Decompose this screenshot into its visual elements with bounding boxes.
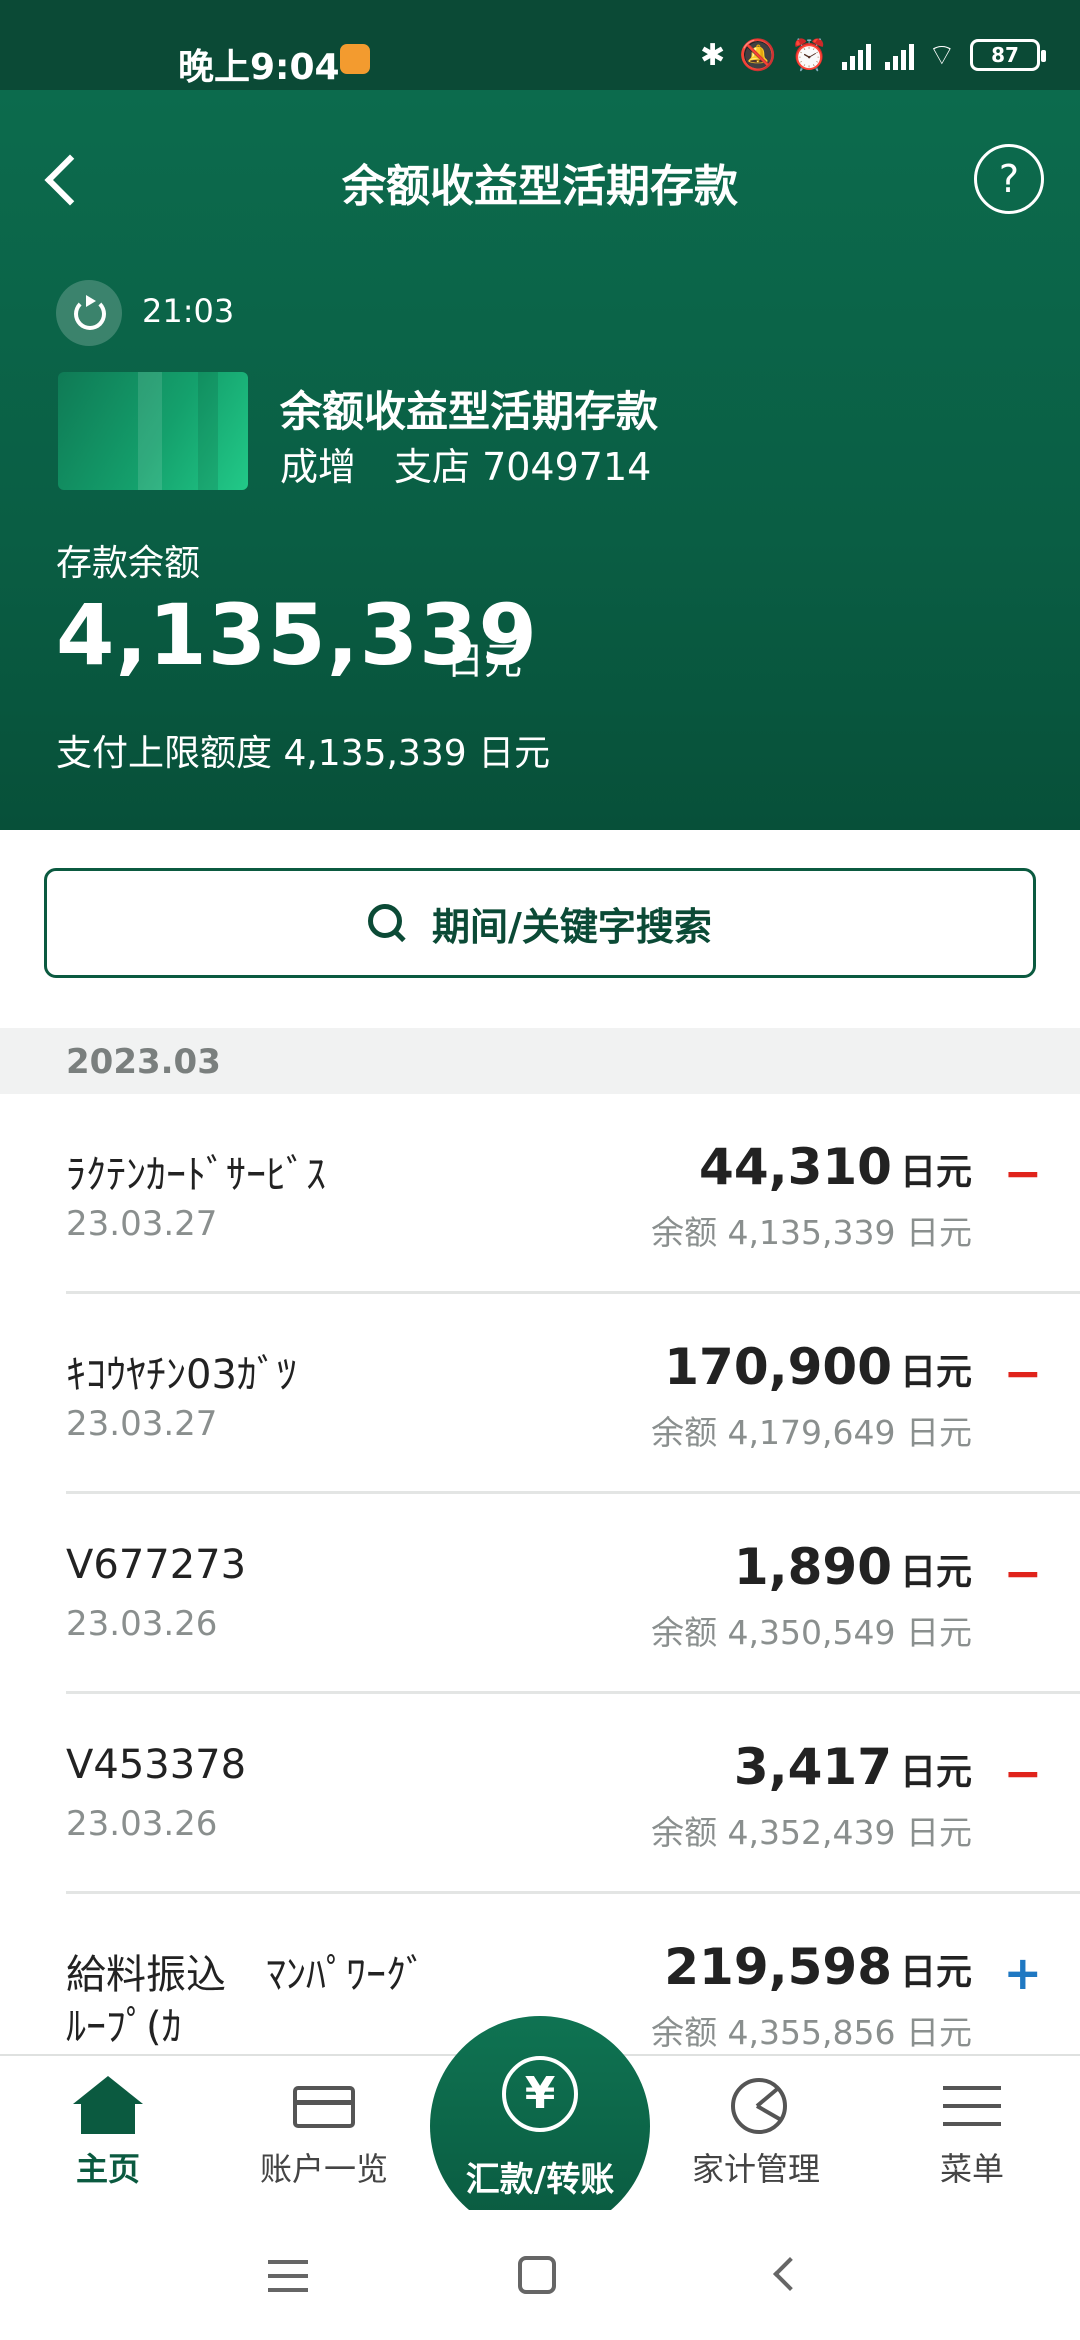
transaction-balance: 余额 4,179,649 日元 bbox=[651, 1413, 972, 1452]
menu-icon bbox=[937, 2076, 1007, 2136]
transaction-row[interactable]: ﾗｸﾃﾝｶｰﾄﾞｻｰﾋﾞｽ 23.03.27 44,310 日元 余额 4,135… bbox=[0, 1094, 1080, 1294]
system-home-icon[interactable] bbox=[518, 2256, 556, 2294]
transaction-amount: 3,417 bbox=[733, 1738, 892, 1796]
status-bar: 晚上9:04 ✱ 🔕 ⏰ ⌔ 87 bbox=[0, 0, 1080, 90]
nav-home-label: 主页 bbox=[75, 2150, 140, 2188]
branch-account-number: 成增 支店 7049714 bbox=[280, 445, 652, 489]
transaction-date: 23.03.27 bbox=[66, 1204, 218, 1244]
refresh-icon[interactable] bbox=[56, 280, 122, 346]
account-card-image bbox=[58, 372, 248, 490]
transaction-description: ﾗｸﾃﾝｶｰﾄﾞｻｰﾋﾞｽ bbox=[66, 1152, 326, 1198]
card-icon bbox=[289, 2076, 359, 2136]
alarm-icon: ⏰ bbox=[790, 37, 828, 73]
withdrawal-sign-icon: − bbox=[1003, 1546, 1042, 1600]
pie-chart-icon bbox=[721, 2076, 791, 2136]
page-title: 余额收益型活期存款 bbox=[342, 161, 738, 212]
transaction-unit: 日元 bbox=[899, 1752, 972, 1793]
mute-icon: 🔕 bbox=[739, 37, 777, 73]
withdrawal-sign-icon: − bbox=[1003, 1346, 1042, 1400]
transaction-amount: 44,310 bbox=[699, 1138, 892, 1196]
search-button[interactable]: 期间/关键字搜索 bbox=[44, 868, 1036, 978]
help-button[interactable]: ? bbox=[974, 144, 1044, 214]
battery-icon: 87 bbox=[970, 39, 1046, 71]
transaction-unit: 日元 bbox=[899, 1352, 972, 1393]
system-back-icon[interactable] bbox=[773, 2257, 807, 2291]
nav-accounts-label: 账户一览 bbox=[259, 2150, 388, 2188]
transaction-list: ﾗｸﾃﾝｶｰﾄﾞｻｰﾋﾞｽ 23.03.27 44,310 日元 余额 4,135… bbox=[0, 1094, 1080, 2054]
balance-label: 存款余额 bbox=[56, 543, 201, 584]
month-header: 2023.03 bbox=[0, 1028, 1080, 1094]
wifi-icon: ⌔ bbox=[927, 38, 956, 73]
transaction-date: 23.03.26 bbox=[66, 1604, 218, 1644]
nav-budget[interactable]: 家计管理 bbox=[656, 2076, 856, 2190]
transaction-unit: 日元 bbox=[899, 1552, 972, 1593]
withdrawal-sign-icon: − bbox=[1003, 1746, 1042, 1800]
transaction-amount-group: 170,900 日元 bbox=[664, 1338, 972, 1396]
search-icon bbox=[368, 904, 406, 942]
transaction-row[interactable]: V453378 23.03.26 3,417 日元 余额 4,352,439 日元… bbox=[0, 1694, 1080, 1894]
withdrawal-sign-icon: − bbox=[1003, 1146, 1042, 1200]
month-label: 2023.03 bbox=[66, 1042, 221, 1082]
balance-unit: 日元 bbox=[446, 639, 523, 683]
deposit-sign-icon: + bbox=[1003, 1946, 1042, 2000]
transaction-balance: 余额 4,352,439 日元 bbox=[651, 1813, 972, 1852]
transaction-description: V677273 bbox=[66, 1542, 247, 1588]
transaction-description: V453378 bbox=[66, 1742, 247, 1788]
battery-level: 87 bbox=[991, 43, 1019, 67]
status-time: 晚上9:04 bbox=[178, 47, 340, 88]
nav-menu[interactable]: 菜单 bbox=[872, 2076, 1072, 2190]
nav-menu-label: 菜单 bbox=[939, 2150, 1004, 2188]
transaction-description: ｷｺｳﾔﾁﾝ03ｶﾞﾂ bbox=[66, 1352, 297, 1398]
sync-time: 21:03 bbox=[142, 292, 235, 330]
transaction-row[interactable]: ｷｺｳﾔﾁﾝ03ｶﾞﾂ 23.03.27 170,900 日元 余额 4,179,… bbox=[0, 1294, 1080, 1494]
transaction-amount-group: 44,310 日元 bbox=[699, 1138, 972, 1196]
transaction-date: 23.03.26 bbox=[66, 1804, 218, 1844]
transaction-unit: 日元 bbox=[899, 1952, 972, 1993]
transaction-date: 23.03.27 bbox=[66, 1404, 218, 1444]
transaction-balance: 余额 4,350,549 日元 bbox=[651, 1613, 972, 1652]
system-navigation-bar bbox=[0, 2210, 1080, 2340]
nav-budget-label: 家计管理 bbox=[691, 2150, 820, 2188]
transaction-description: 給料振込 ﾏﾝﾊﾟﾜｰｸﾞ bbox=[66, 1952, 426, 1998]
search-label: 期间/关键字搜索 bbox=[432, 904, 712, 949]
home-icon bbox=[73, 2076, 143, 2136]
notification-app-icon bbox=[340, 44, 370, 74]
transaction-balance: 余额 4,135,339 日元 bbox=[651, 1213, 972, 1252]
transaction-row[interactable]: V677273 23.03.26 1,890 日元 余额 4,350,549 日元… bbox=[0, 1494, 1080, 1694]
transfer-label: 汇款/转账 bbox=[465, 2160, 615, 2200]
transaction-amount-group: 1,890 日元 bbox=[734, 1538, 972, 1596]
transaction-amount-group: 3,417 日元 bbox=[734, 1738, 972, 1796]
account-header: 余额收益型活期存款 ? 21:03 余额收益型活期存款 成增 支店 704971… bbox=[0, 90, 1080, 830]
account-name: 余额收益型活期存款 bbox=[280, 387, 659, 436]
payment-limit: 支付上限额度 4,135,339 日元 bbox=[56, 733, 551, 774]
transaction-amount: 219,598 bbox=[664, 1938, 892, 1996]
recent-apps-icon[interactable] bbox=[268, 2260, 308, 2264]
nav-accounts[interactable]: 账户一览 bbox=[224, 2076, 424, 2190]
bluetooth-icon: ✱ bbox=[699, 37, 726, 73]
transfer-button[interactable]: ¥ 汇款/转账 bbox=[430, 2016, 650, 2236]
transaction-amount-group: 219,598 日元 bbox=[664, 1938, 972, 1996]
status-icons: ✱ 🔕 ⏰ ⌔ 87 bbox=[699, 36, 1046, 74]
signal-icon-2 bbox=[884, 40, 914, 70]
yen-transfer-icon: ¥ bbox=[502, 2056, 578, 2132]
signal-icon bbox=[841, 40, 871, 70]
transaction-unit: 日元 bbox=[899, 1152, 972, 1193]
transaction-amount: 1,890 bbox=[733, 1538, 892, 1596]
nav-home[interactable]: 主页 bbox=[8, 2076, 208, 2190]
transaction-amount: 170,900 bbox=[664, 1338, 892, 1396]
transaction-balance: 余额 4,355,856 日元 bbox=[651, 2013, 972, 2052]
transaction-description-continued: ﾙｰﾌﾟ(ｶ bbox=[66, 2004, 182, 2050]
